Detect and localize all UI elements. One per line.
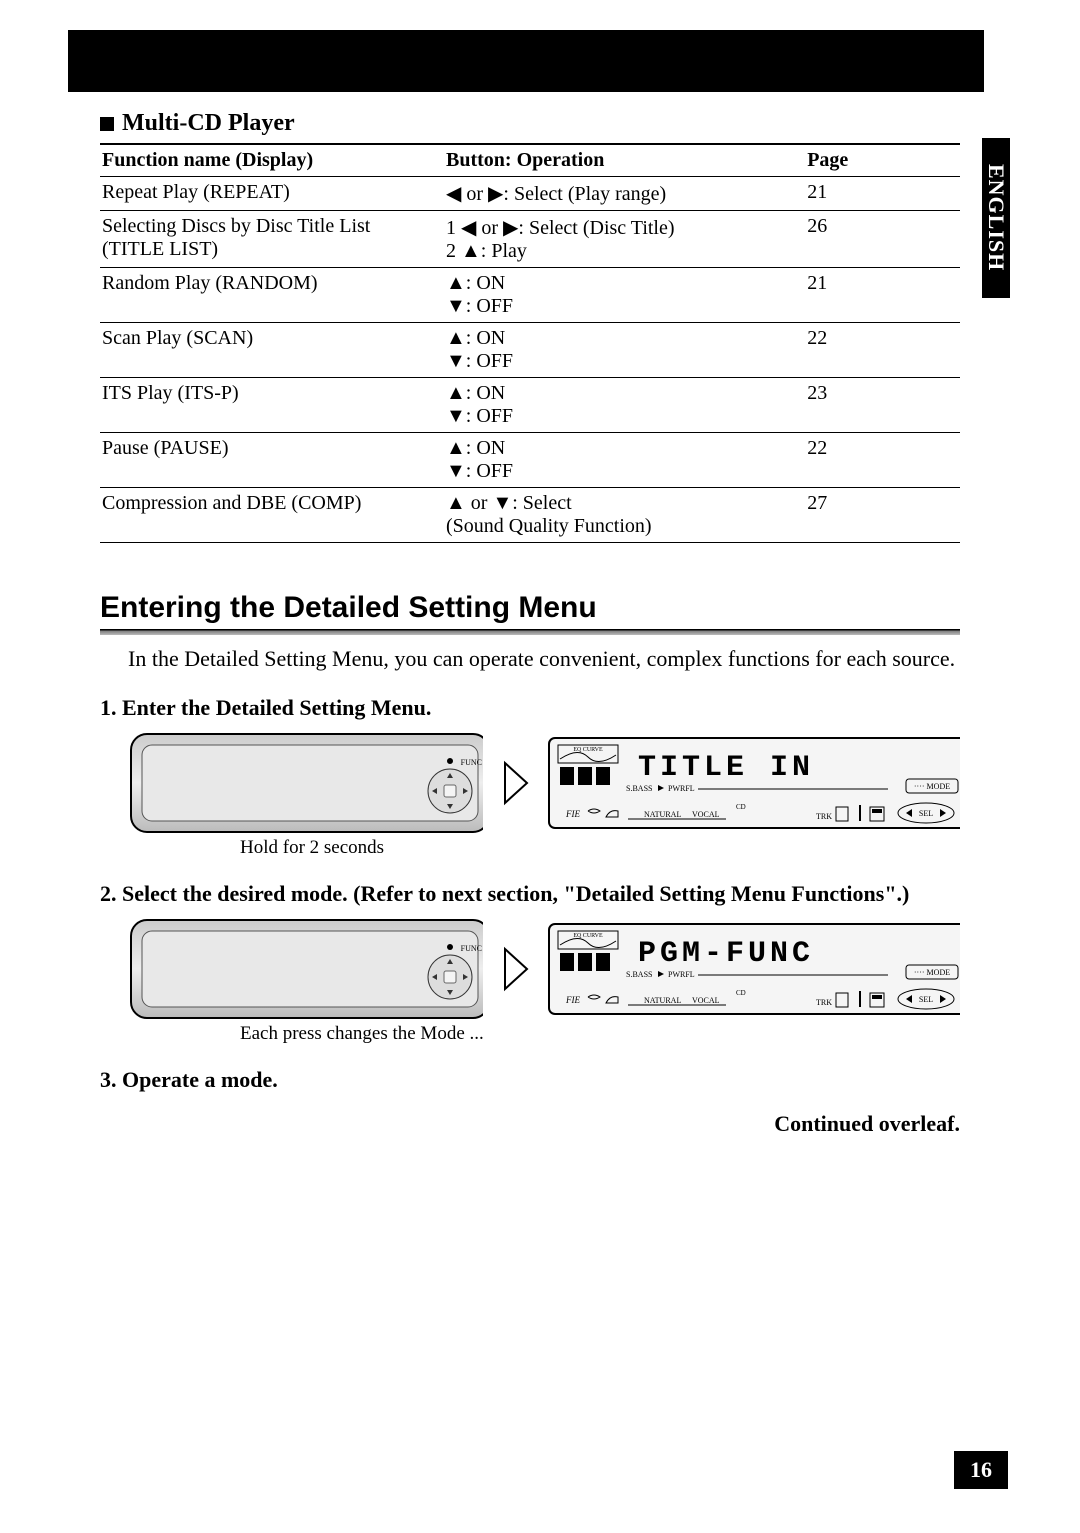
top-black-bar <box>68 30 984 92</box>
cell-page: 21 <box>805 177 960 211</box>
cell-function: Scan Play (SCAN) <box>100 323 444 378</box>
svg-text:···· MODE: ···· MODE <box>914 968 950 977</box>
lcd-display-1: EQ CURVETITLE INS.BASSPWRFL···· MODEFIEN… <box>548 737 960 829</box>
svg-text:PWRFL: PWRFL <box>668 784 695 793</box>
th-page: Page <box>805 144 960 177</box>
th-function: Function name (Display) <box>100 144 444 177</box>
step-2-text: Select the desired mode. (Refer to next … <box>122 881 909 906</box>
arrow-right-icon <box>501 759 530 807</box>
cell-function: Repeat Play (REPEAT) <box>100 177 444 211</box>
svg-text:S.BASS: S.BASS <box>626 970 652 979</box>
table-row: Compression and DBE (COMP)▲ or ▼: Select… <box>100 488 960 543</box>
svg-text:FIE: FIE <box>565 809 580 819</box>
cell-button: 1 ◀ or ▶: Select (Disc Title) 2 ▲: Play <box>444 211 805 268</box>
step-2-num: 2. <box>100 881 117 906</box>
svg-text:VOCAL: VOCAL <box>692 996 720 1005</box>
section-heading: Entering the Detailed Setting Menu <box>100 591 960 625</box>
cell-page: 21 <box>805 268 960 323</box>
step-1-num: 1. <box>100 695 117 720</box>
svg-text:FUNC: FUNC <box>461 944 482 953</box>
svg-text:VOCAL: VOCAL <box>692 810 720 819</box>
svg-text:S.BASS: S.BASS <box>626 784 652 793</box>
svg-text:TRK: TRK <box>816 812 832 821</box>
continued-overleaf: Continued overleaf. <box>100 1111 960 1137</box>
svg-text:TRK: TRK <box>816 998 832 1007</box>
cell-function: Selecting Discs by Disc Title List (TITL… <box>100 211 444 268</box>
step-1-caption: Hold for 2 seconds <box>240 837 960 859</box>
cell-button: ◀ or ▶: Select (Play range) <box>444 177 805 211</box>
svg-text:SEL: SEL <box>919 809 933 818</box>
cell-page: 22 <box>805 323 960 378</box>
cell-button: ▲ or ▼: Select (Sound Quality Function) <box>444 488 805 543</box>
square-bullet-icon <box>100 117 114 131</box>
svg-text:TITLE IN: TITLE IN <box>638 751 814 785</box>
cell-function: Compression and DBE (COMP) <box>100 488 444 543</box>
table-row: ITS Play (ITS-P)▲: ON ▼: OFF23 <box>100 378 960 433</box>
language-tab: ENGLISH <box>982 138 1010 298</box>
arrow-right-icon <box>501 945 530 993</box>
svg-text:PWRFL: PWRFL <box>668 970 695 979</box>
table-row: Scan Play (SCAN)▲: ON ▼: OFF22 <box>100 323 960 378</box>
th-button: Button: Operation <box>444 144 805 177</box>
cell-button: ▲: ON ▼: OFF <box>444 268 805 323</box>
table-row: Random Play (RANDOM)▲: ON ▼: OFF21 <box>100 268 960 323</box>
cell-page: 22 <box>805 433 960 488</box>
function-table: Function name (Display) Button: Operatio… <box>100 143 960 543</box>
table-row: Pause (PAUSE)▲: ON ▼: OFF22 <box>100 433 960 488</box>
cell-button: ▲: ON ▼: OFF <box>444 433 805 488</box>
step-3: 3. Operate a mode. <box>100 1067 960 1093</box>
heading-underline <box>100 629 960 635</box>
step-3-num: 3. <box>100 1067 117 1092</box>
section-title-multi-cd: Multi-CD Player <box>100 110 960 137</box>
cell-button: ▲: ON ▼: OFF <box>444 323 805 378</box>
cell-function: ITS Play (ITS-P) <box>100 378 444 433</box>
svg-text:NATURAL: NATURAL <box>644 996 681 1005</box>
step-3-text: Operate a mode. <box>122 1067 278 1092</box>
svg-text:FUNC: FUNC <box>461 758 482 767</box>
cell-function: Random Play (RANDOM) <box>100 268 444 323</box>
svg-text:PGM-FUNC: PGM-FUNC <box>638 937 814 971</box>
cell-page: 26 <box>805 211 960 268</box>
head-unit-illustration: FUNC <box>130 733 483 833</box>
step-1-text: Enter the Detailed Setting Menu. <box>122 695 431 720</box>
table-row: Repeat Play (REPEAT)◀ or ▶: Select (Play… <box>100 177 960 211</box>
head-unit-illustration: FUNC <box>130 919 483 1019</box>
svg-text:SEL: SEL <box>919 995 933 1004</box>
section-title-text: Multi-CD Player <box>122 110 295 137</box>
lcd-display-2: EQ CURVEPGM-FUNCS.BASSPWRFL···· MODEFIEN… <box>548 923 960 1015</box>
cell-page: 23 <box>805 378 960 433</box>
page-number: 16 <box>954 1451 1008 1489</box>
intro-text: In the Detailed Setting Menu, you can op… <box>128 645 960 673</box>
svg-text:CD: CD <box>736 989 746 997</box>
step-2-caption: Each press changes the Mode ... <box>240 1023 960 1045</box>
svg-text:FIE: FIE <box>565 995 580 1005</box>
step-1: 1. Enter the Detailed Setting Menu. <box>100 695 960 721</box>
svg-text:NATURAL: NATURAL <box>644 810 681 819</box>
cell-page: 27 <box>805 488 960 543</box>
svg-text:···· MODE: ···· MODE <box>914 782 950 791</box>
step-2: 2. Select the desired mode. (Refer to ne… <box>100 881 960 907</box>
svg-text:CD: CD <box>736 803 746 811</box>
cell-function: Pause (PAUSE) <box>100 433 444 488</box>
cell-button: ▲: ON ▼: OFF <box>444 378 805 433</box>
table-row: Selecting Discs by Disc Title List (TITL… <box>100 211 960 268</box>
